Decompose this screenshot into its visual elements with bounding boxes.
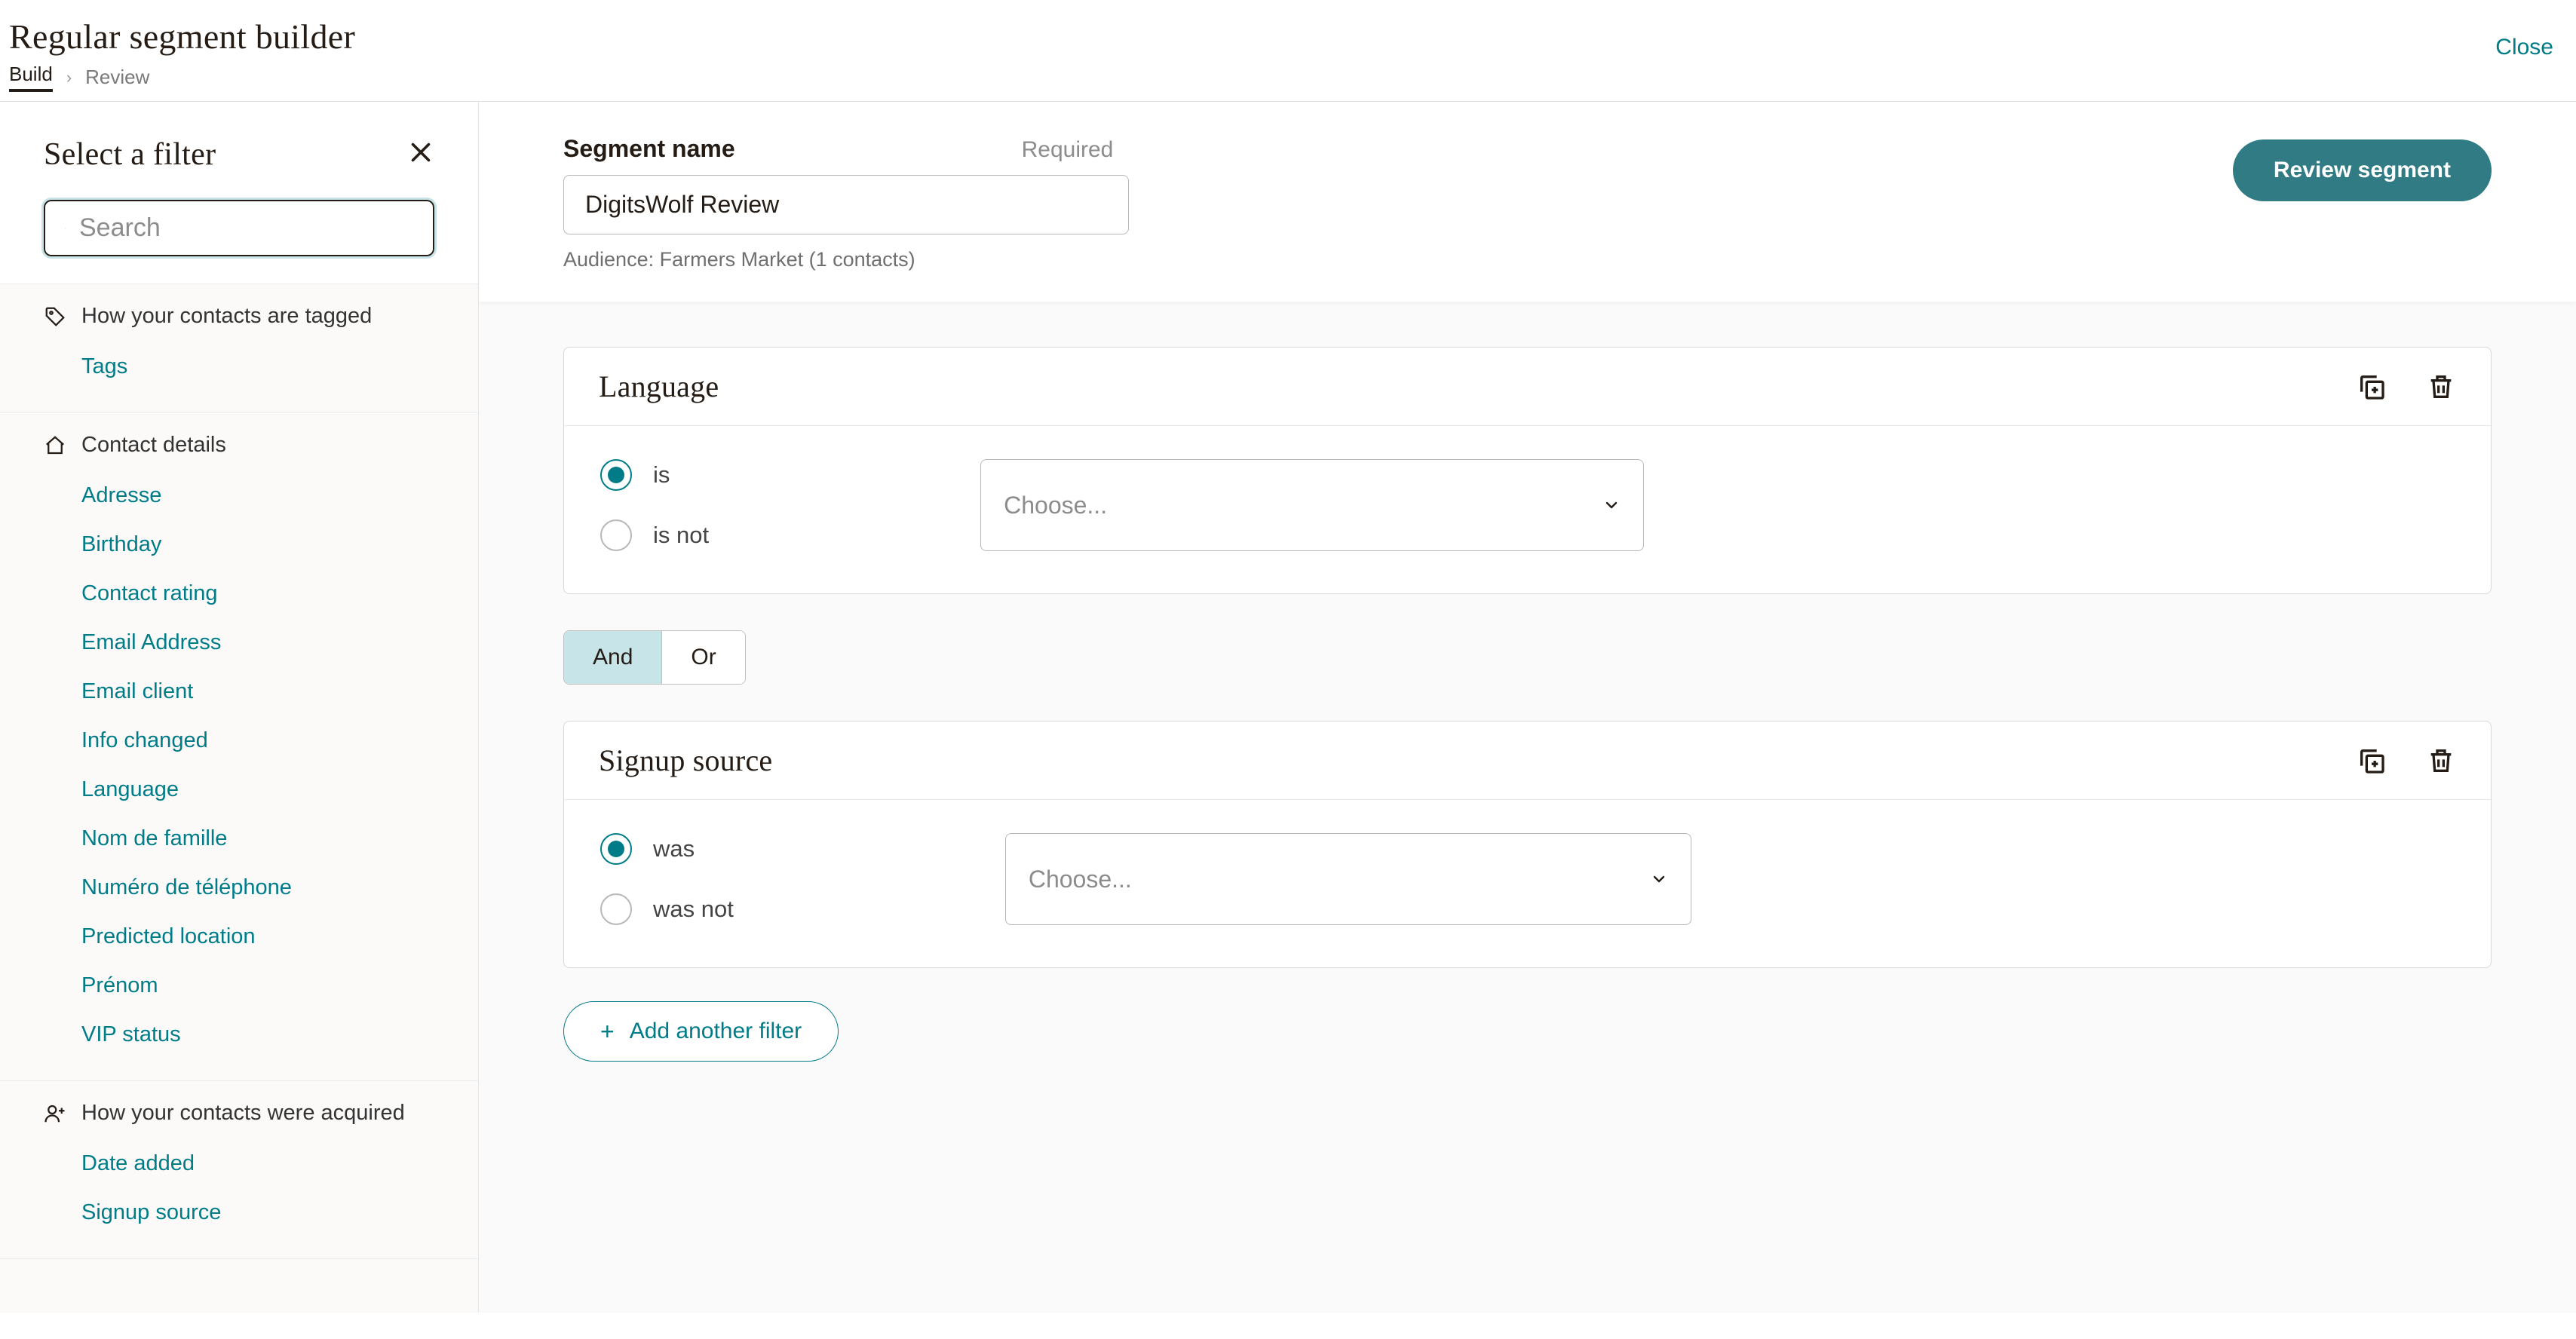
- card-actions: [2357, 746, 2456, 776]
- close-icon[interactable]: [407, 139, 434, 171]
- sidebar-item-numero-de-telephone[interactable]: Numéro de téléphone: [81, 863, 434, 912]
- filter-group-items: Date added Signup source: [44, 1139, 434, 1237]
- card-head: Language: [564, 348, 2491, 426]
- page-title: Regular segment builder: [9, 17, 355, 57]
- search-input[interactable]: [79, 213, 413, 243]
- sidebar-head: Select a filter: [44, 136, 434, 173]
- chevron-down-icon: [1602, 496, 1621, 514]
- header-left: Regular segment builder Build › Review: [9, 17, 355, 92]
- filter-group-label: How your contacts were acquired: [81, 1101, 405, 1126]
- canvas: Language is is not: [479, 302, 2576, 1107]
- sidebar-item-date-added[interactable]: Date added: [81, 1139, 434, 1188]
- header: Regular segment builder Build › Review C…: [0, 0, 2576, 102]
- radio-group: is is not: [600, 459, 709, 551]
- add-filter-label: Add another filter: [630, 1019, 802, 1044]
- radio-was-not[interactable]: was not: [600, 893, 734, 925]
- radio-label: is not: [653, 522, 709, 549]
- filter-group-label: How your contacts are tagged: [81, 304, 372, 329]
- sidebar-item-email-client[interactable]: Email client: [81, 667, 434, 716]
- card-body: is is not Choose...: [564, 426, 2491, 593]
- sidebar-item-adresse[interactable]: Adresse: [81, 471, 434, 520]
- filter-group-items: Adresse Birthday Contact rating Email Ad…: [44, 471, 434, 1059]
- segment-name-bar: Segment name Required Audience: Farmers …: [479, 102, 2576, 302]
- required-label: Required: [1022, 137, 1114, 163]
- search-icon: [65, 216, 66, 241]
- close-link[interactable]: Close: [2495, 17, 2553, 60]
- radio-was[interactable]: was: [600, 833, 734, 865]
- filter-group-head: How your contacts are tagged: [44, 304, 434, 329]
- layout: Select a filter How your contacts are ta…: [0, 102, 2576, 1313]
- card-title: Language: [599, 369, 719, 404]
- connector-toggle: And Or: [563, 630, 746, 685]
- sidebar-item-nom-de-famille[interactable]: Nom de famille: [81, 814, 434, 863]
- breadcrumb-review[interactable]: Review: [85, 66, 149, 89]
- filter-group-head: Contact details: [44, 433, 434, 458]
- radio-button[interactable]: [600, 893, 632, 925]
- add-another-filter-button[interactable]: + Add another filter: [563, 1001, 839, 1062]
- sidebar-item-contact-rating[interactable]: Contact rating: [81, 569, 434, 618]
- filter-card-signup-source: Signup source was was not: [563, 721, 2492, 968]
- audience-note: Audience: Farmers Market (1 contacts): [563, 248, 1129, 271]
- radio-button[interactable]: [600, 833, 632, 865]
- radio-is-not[interactable]: is not: [600, 519, 709, 551]
- sidebar-item-language[interactable]: Language: [81, 765, 434, 814]
- sidebar-item-signup-source[interactable]: Signup source: [81, 1188, 434, 1237]
- review-segment-button[interactable]: Review segment: [2233, 139, 2492, 201]
- sidebar-item-email-address[interactable]: Email Address: [81, 618, 434, 667]
- sidebar-item-birthday[interactable]: Birthday: [81, 520, 434, 569]
- segment-name-left: Segment name Required Audience: Farmers …: [563, 135, 1129, 271]
- sidebar-item-tags[interactable]: Tags: [81, 342, 434, 391]
- choose-dropdown[interactable]: Choose...: [980, 459, 1644, 551]
- card-body: was was not Choose...: [564, 800, 2491, 967]
- choose-dropdown[interactable]: Choose...: [1005, 833, 1691, 925]
- sidebar-item-vip-status[interactable]: VIP status: [81, 1010, 434, 1059]
- radio-is[interactable]: is: [600, 459, 709, 491]
- plus-icon: +: [600, 1019, 615, 1043]
- segment-name-input[interactable]: [563, 175, 1129, 234]
- trash-icon[interactable]: [2426, 372, 2456, 402]
- filter-group-tagged: How your contacts are tagged Tags: [0, 284, 478, 413]
- filter-group-label: Contact details: [81, 433, 226, 458]
- radio-label: is: [653, 461, 670, 489]
- trash-icon[interactable]: [2426, 746, 2456, 776]
- filter-group-contact-details: Contact details Adresse Birthday Contact…: [0, 413, 478, 1081]
- chevron-right-icon: ›: [66, 68, 72, 87]
- sidebar-title: Select a filter: [44, 136, 216, 173]
- main: Segment name Required Audience: Farmers …: [479, 102, 2576, 1313]
- radio-button[interactable]: [600, 519, 632, 551]
- radio-label: was: [653, 835, 695, 863]
- duplicate-icon[interactable]: [2357, 372, 2387, 402]
- card-head: Signup source: [564, 722, 2491, 800]
- sidebar-top: Select a filter: [0, 102, 478, 284]
- user-plus-icon: [44, 1102, 66, 1125]
- sidebar: Select a filter How your contacts are ta…: [0, 102, 479, 1313]
- connector-and-button[interactable]: And: [564, 631, 661, 684]
- filter-group-head: How your contacts were acquired: [44, 1101, 434, 1126]
- sidebar-item-prenom[interactable]: Prénom: [81, 961, 434, 1010]
- home-icon: [44, 434, 66, 457]
- radio-button[interactable]: [600, 459, 632, 491]
- connector-row: And Or: [563, 630, 2492, 685]
- filter-card-language: Language is is not: [563, 347, 2492, 594]
- segment-name-label: Segment name: [563, 135, 735, 163]
- card-title: Signup source: [599, 743, 772, 778]
- dropdown-placeholder: Choose...: [1029, 866, 1132, 893]
- search-field-wrap[interactable]: [44, 200, 434, 256]
- radio-group: was was not: [600, 833, 734, 925]
- segment-name-label-row: Segment name Required: [563, 135, 1129, 163]
- filter-group-acquired: How your contacts were acquired Date add…: [0, 1081, 478, 1259]
- duplicate-icon[interactable]: [2357, 746, 2387, 776]
- radio-label: was not: [653, 896, 734, 923]
- sidebar-item-info-changed[interactable]: Info changed: [81, 716, 434, 765]
- breadcrumb-build[interactable]: Build: [9, 63, 53, 92]
- filter-groups: How your contacts are tagged Tags Contac…: [0, 284, 478, 1313]
- dropdown-placeholder: Choose...: [1004, 492, 1107, 519]
- sidebar-item-predicted-location[interactable]: Predicted location: [81, 912, 434, 961]
- chevron-down-icon: [1650, 870, 1668, 888]
- breadcrumb: Build › Review: [9, 63, 355, 92]
- tag-icon: [44, 305, 66, 328]
- card-actions: [2357, 372, 2456, 402]
- connector-or-button[interactable]: Or: [661, 631, 744, 684]
- filter-group-items: Tags: [44, 342, 434, 391]
